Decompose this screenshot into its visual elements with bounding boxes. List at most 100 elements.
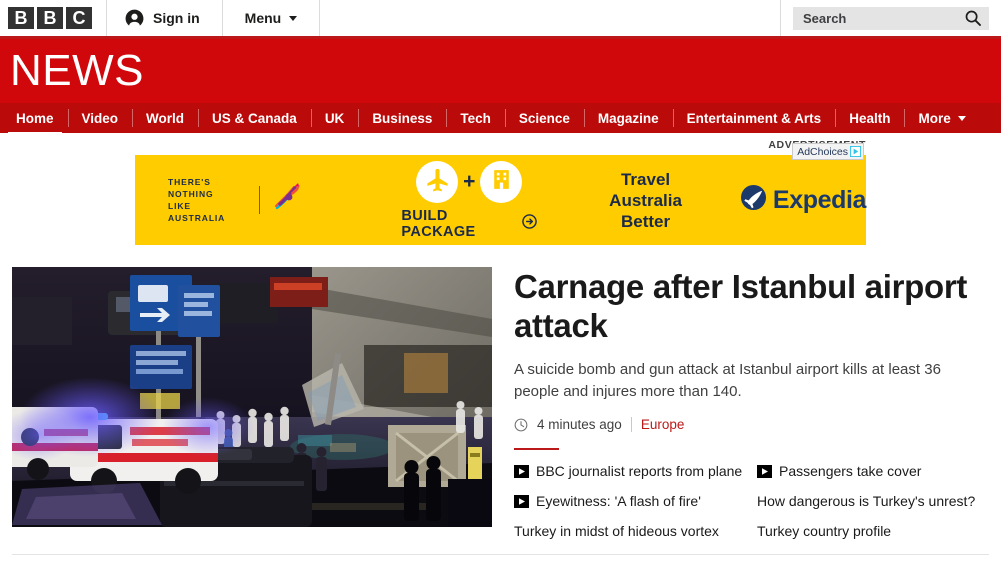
- clock-icon: [514, 418, 528, 432]
- top-story: Carnage after Istanbul airport attack A …: [0, 245, 1001, 552]
- play-icon: [514, 464, 529, 478]
- nav-item-more[interactable]: More: [904, 103, 979, 133]
- advertisement-label: ADVERTISEMENT: [135, 133, 866, 155]
- search-box[interactable]: [793, 6, 989, 30]
- lockup-divider: [259, 186, 261, 214]
- primary-navigation: Home Video World US & Canada UK Business…: [0, 103, 1001, 136]
- related-link-label: Turkey in midst of hideous vortex: [514, 523, 719, 539]
- story-summary: A suicide bomb and gun attack at Istanbu…: [514, 361, 941, 400]
- story-meta: 4 minutes ago Europe: [514, 417, 1000, 432]
- related-link[interactable]: Turkey country profile: [757, 522, 1000, 540]
- meta-divider: [630, 417, 632, 432]
- play-icon: [514, 494, 529, 508]
- sign-in-label: Sign in: [153, 10, 200, 26]
- ad-tagline-line3: Better: [620, 211, 671, 231]
- related-link[interactable]: How dangerous is Turkey's unrest?: [757, 492, 1000, 510]
- adchoices-triangle-icon: [850, 146, 861, 157]
- play-icon: [757, 464, 772, 478]
- related-link-label: How dangerous is Turkey's unrest?: [757, 493, 976, 509]
- nav-item-science[interactable]: Science: [504, 103, 584, 133]
- nav-item-label: Home: [16, 110, 54, 126]
- package-icons-row: +: [416, 160, 523, 203]
- nav-item-us-canada[interactable]: US & Canada: [198, 103, 311, 133]
- build-package-row: BUILD PACKAGE: [401, 208, 537, 240]
- nav-item-entertainment-arts[interactable]: Entertainment & Arts: [672, 103, 836, 133]
- nav-item-uk[interactable]: UK: [310, 103, 359, 133]
- account-icon: [125, 9, 144, 28]
- nav-item-label: Magazine: [597, 110, 659, 126]
- nav-item-label: Tech: [460, 110, 491, 126]
- tourism-australia-lockup: THERE'S NOTHING LIKE AUSTRALIA: [168, 176, 303, 224]
- bbc-logo-letter-1: B: [8, 7, 34, 29]
- nav-item-tech[interactable]: Tech: [446, 103, 505, 133]
- related-links-right-column: Passengers take cover How dangerous is T…: [757, 462, 1000, 552]
- hotel-icon-circle: [480, 160, 523, 203]
- adchoices-label: AdChoices: [797, 145, 848, 158]
- expedia-logo[interactable]: Expedia: [740, 184, 866, 216]
- advertisement-banner[interactable]: AdChoices THERE'S NOTHING LIKE AUSTRALIA: [135, 143, 866, 245]
- ad-tagline: Travel Australia Better: [609, 169, 682, 232]
- kangaroo-logo-icon: [269, 181, 303, 220]
- search-area: [781, 0, 1001, 36]
- expedia-plane-logo-icon: [740, 184, 767, 216]
- bbc-logo-letter-3: C: [66, 7, 92, 29]
- nav-item-home[interactable]: Home: [2, 103, 68, 136]
- story-headline[interactable]: Carnage after Istanbul airport attack: [514, 267, 1000, 345]
- menu-button[interactable]: Menu: [223, 0, 321, 36]
- bbc-logo-letter-2: B: [37, 7, 63, 29]
- nav-item-health[interactable]: Health: [835, 103, 904, 133]
- australia-slogan: THERE'S NOTHING LIKE AUSTRALIA: [168, 176, 250, 224]
- related-link[interactable]: BBC journalist reports from plane: [514, 462, 757, 480]
- menu-label: Menu: [244, 10, 282, 26]
- story-section-link[interactable]: Europe: [641, 417, 685, 432]
- ad-tagline-line2: Australia: [609, 190, 682, 210]
- story-text-block: Carnage after Istanbul airport attack A …: [514, 267, 1000, 552]
- chevron-down-icon: [289, 15, 298, 21]
- nav-item-label: Health: [849, 110, 891, 126]
- related-link[interactable]: Turkey in midst of hideous vortex: [514, 522, 757, 540]
- nav-item-label: Video: [81, 110, 119, 126]
- news-masthead[interactable]: NEWS: [0, 39, 1001, 103]
- related-link-label: Eyewitness: 'A flash of fire': [536, 493, 701, 509]
- nav-item-label: US & Canada: [212, 110, 297, 126]
- section-divider-rule: [514, 448, 559, 450]
- expedia-label: Expedia: [772, 185, 866, 214]
- global-top-bar: B B C Sign in Menu: [0, 0, 1001, 39]
- related-link-label: Passengers take cover: [779, 463, 922, 479]
- search-icon[interactable]: [965, 10, 981, 26]
- ad-tagline-line1: Travel: [620, 169, 671, 189]
- chevron-down-icon: [957, 115, 966, 121]
- plus-symbol: +: [463, 170, 476, 193]
- nav-item-video[interactable]: Video: [67, 103, 133, 133]
- bbc-logo[interactable]: B B C: [0, 0, 107, 36]
- nav-item-label: UK: [324, 110, 345, 126]
- related-link[interactable]: Passengers take cover: [757, 462, 1000, 480]
- nav-item-label: Science: [518, 110, 570, 126]
- nav-item-label: Entertainment & Arts: [686, 110, 822, 126]
- airplane-icon: [424, 166, 451, 198]
- search-input[interactable]: [803, 10, 953, 26]
- arrow-right-circle-icon: [522, 214, 537, 233]
- airplane-icon-circle: [416, 160, 459, 203]
- australia-slogan-line2: LIKE AUSTRALIA: [168, 201, 226, 223]
- related-links-left-column: BBC journalist reports from plane Eyewit…: [514, 462, 757, 552]
- adchoices-badge[interactable]: AdChoices: [792, 143, 864, 160]
- topbar-spacer: [320, 0, 781, 36]
- related-link-label: Turkey country profile: [757, 523, 892, 539]
- nav-item-world[interactable]: World: [132, 103, 198, 133]
- nav-item-label: Business: [372, 110, 433, 126]
- hotel-building-icon: [489, 167, 514, 197]
- page-title: NEWS: [10, 46, 144, 95]
- advertisement-zone: ADVERTISEMENT AdChoices THERE'S NOTHING …: [0, 133, 1001, 245]
- nav-item-magazine[interactable]: Magazine: [583, 103, 673, 133]
- related-link-label: BBC journalist reports from plane: [536, 463, 743, 479]
- nav-item-business[interactable]: Business: [358, 103, 446, 133]
- sign-in-button[interactable]: Sign in: [107, 0, 223, 36]
- build-package-label: BUILD PACKAGE: [401, 207, 476, 240]
- related-links: BBC journalist reports from plane Eyewit…: [514, 462, 1000, 552]
- related-link[interactable]: Eyewitness: 'A flash of fire': [514, 492, 757, 510]
- nav-item-label: More: [918, 110, 951, 126]
- australia-slogan-line1: THERE'S NOTHING: [168, 177, 214, 199]
- story-photo[interactable]: [12, 267, 492, 527]
- build-package-block[interactable]: + BUILD PACKAGE: [401, 160, 537, 240]
